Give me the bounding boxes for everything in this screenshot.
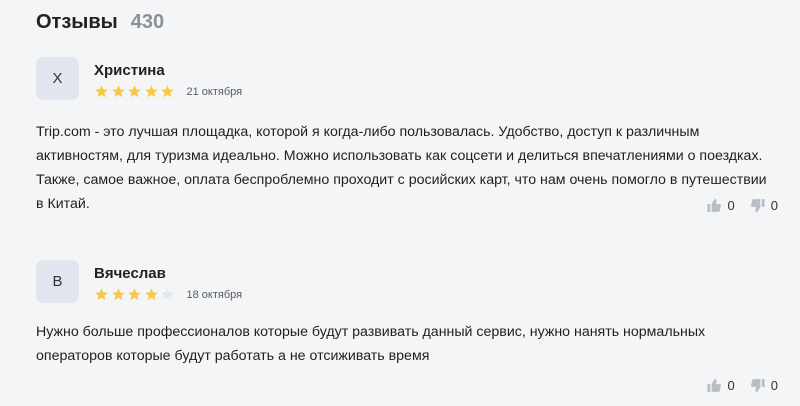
thumbs-down-icon: [750, 199, 765, 213]
star-filled-icon: [160, 84, 175, 99]
reviews-header: Отзывы 430: [36, 11, 164, 34]
star-filled-icon: [144, 287, 159, 302]
thumbs-up-icon: [706, 198, 721, 212]
review-author: Вячеслав: [94, 265, 166, 282]
reviews-count: 430: [130, 11, 165, 33]
dislike-count: 0: [770, 378, 778, 393]
star-rating: [94, 287, 177, 302]
review-date: 18 октября: [186, 288, 243, 301]
star-filled-icon: [127, 287, 142, 302]
reviews-title: Отзывы: [36, 11, 118, 33]
star-filled-icon: [111, 84, 126, 99]
like-button[interactable]: 0: [706, 377, 735, 394]
star-filled-icon: [144, 84, 159, 99]
avatar: В: [36, 260, 79, 303]
star-filled-icon: [94, 84, 109, 99]
like-button[interactable]: 0: [706, 197, 735, 214]
reviews-page: Отзывы 430 Х Христина 21 октября Trip.co…: [0, 0, 800, 406]
review-votes: 0 0: [692, 197, 778, 214]
dislike-count: 0: [770, 198, 778, 213]
star-filled-icon: [111, 287, 126, 302]
dislike-button[interactable]: 0: [749, 197, 778, 214]
review-text: Trip.com - это лучшая площадка, которой …: [36, 124, 767, 212]
dislike-button[interactable]: 0: [749, 377, 778, 394]
star-rating: [94, 84, 177, 99]
thumbs-up-icon: [706, 378, 721, 392]
like-count: 0: [727, 378, 735, 393]
review-rating: 21 октября: [94, 84, 242, 99]
star-empty-icon: [160, 287, 175, 302]
review-author: Христина: [94, 62, 165, 79]
star-filled-icon: [94, 287, 109, 302]
review-date: 21 октября: [186, 85, 243, 98]
review-text: Нужно больше профессионалов которые буду…: [36, 324, 706, 364]
like-count: 0: [727, 198, 735, 213]
star-filled-icon: [127, 84, 142, 99]
thumbs-down-icon: [750, 379, 765, 393]
review-votes: 0 0: [692, 377, 778, 394]
avatar: Х: [36, 57, 79, 100]
review-rating: 18 октября: [94, 287, 242, 302]
